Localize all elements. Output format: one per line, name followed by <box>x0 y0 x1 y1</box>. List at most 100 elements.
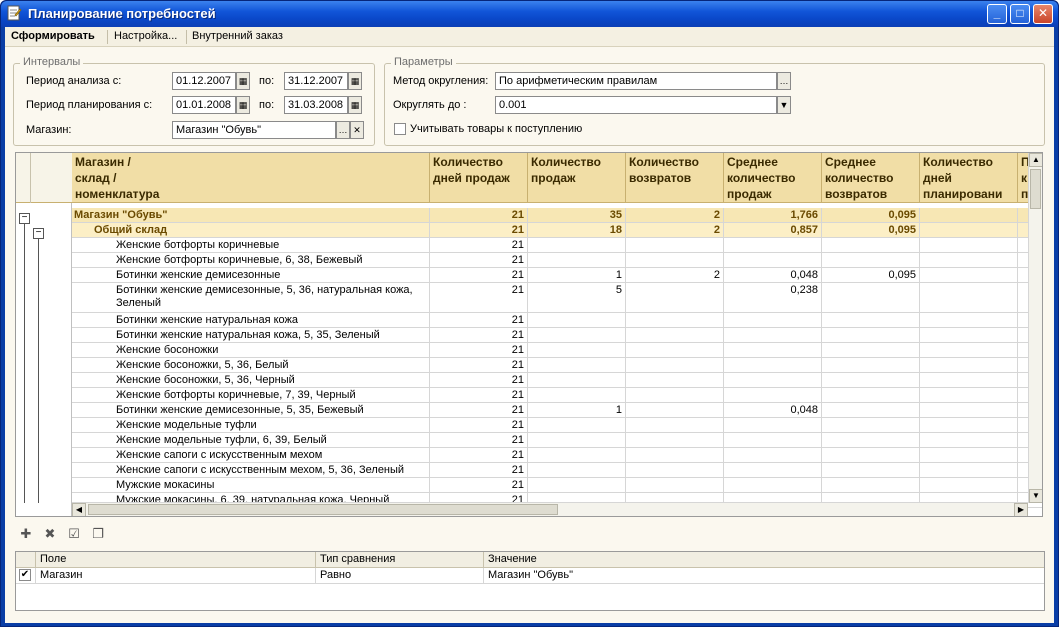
table-row[interactable]: Мужские мокасины 21 <box>72 478 1042 493</box>
cell-sales <box>528 418 626 433</box>
planning-to-label: по: <box>259 99 275 111</box>
maximize-button[interactable]: □ <box>1010 4 1030 24</box>
table-row[interactable]: Ботинки женские натуральная кожа, 5, 35,… <box>72 328 1042 343</box>
filter-check-header <box>16 552 36 568</box>
cell-plan-days <box>920 343 1018 358</box>
cell-name: Общий склад <box>72 223 430 238</box>
table-row[interactable]: Ботинки женские демисезонные 21 1 2 0,048 0,0… <box>72 268 1042 283</box>
parameters-legend: Параметры <box>391 56 456 68</box>
filter-row-value[interactable]: Магазин "Обувь" <box>484 568 1044 584</box>
horizontal-scrollbar[interactable]: ◀ ▶ <box>72 502 1028 516</box>
shop-field[interactable]: Магазин "Обувь" <box>172 121 336 139</box>
table-row[interactable]: Ботинки женские демисезонные, 5, 35, Беж… <box>72 403 1042 418</box>
scroll-up-icon[interactable]: ▲ <box>1029 153 1042 167</box>
parameters-group: Параметры Метод округления: По арифметич… <box>384 56 1045 146</box>
column-header[interactable]: Количество возвратов <box>626 153 724 203</box>
table-row[interactable]: Женские ботфорты коричневые 21 <box>72 238 1042 253</box>
cell-name: Ботинки женские демисезонные, 5, 36, нат… <box>72 283 430 313</box>
cell-sales <box>528 388 626 403</box>
command-bar: Сформировать Настройка... Внутренний зак… <box>5 27 1054 47</box>
scroll-thumb-horizontal[interactable] <box>88 504 558 515</box>
copy-icon[interactable]: ❐ <box>89 525 107 543</box>
cell-sales <box>528 253 626 268</box>
table-row[interactable]: Женские ботфорты коричневые, 6, 38, Беже… <box>72 253 1042 268</box>
check-all-icon[interactable]: ☑ <box>65 525 83 543</box>
table-row[interactable]: Женские босоножки, 5, 36, Белый 21 <box>72 358 1042 373</box>
cell-avg-sales: 0,048 <box>724 268 822 283</box>
planning-from-field[interactable]: 01.01.2008 <box>172 96 236 114</box>
table-row[interactable]: Женские босоножки, 5, 36, Черный 21 <box>72 373 1042 388</box>
cell-plan-days <box>920 313 1018 328</box>
table-row[interactable]: Женские босоножки 21 <box>72 343 1042 358</box>
cell-returns <box>626 388 724 403</box>
table-row[interactable]: Ботинки женские демисезонные, 5, 36, нат… <box>72 283 1042 313</box>
table-row[interactable]: Женские ботфорты коричневые, 7, 39, Черн… <box>72 388 1042 403</box>
internal-order-button[interactable]: Внутренний заказ <box>192 30 283 42</box>
filter-row-comparison[interactable]: Равно <box>316 568 484 584</box>
chevron-down-icon[interactable]: ▼ <box>777 96 791 114</box>
minimize-button[interactable]: _ <box>987 4 1007 24</box>
analysis-period-label: Период анализа с: <box>26 75 122 87</box>
calendar-icon[interactable]: ▦ <box>348 96 362 114</box>
planning-to-field[interactable]: 31.03.2008 <box>284 96 348 114</box>
ellipsis-icon[interactable]: … <box>336 121 350 139</box>
scroll-right-icon[interactable]: ▶ <box>1014 503 1028 516</box>
scroll-left-icon[interactable]: ◀ <box>72 503 86 516</box>
table-row[interactable]: Женские сапоги с искусственным мехом 21 <box>72 448 1042 463</box>
ellipsis-icon[interactable]: … <box>777 72 791 90</box>
analysis-from-field[interactable]: 01.12.2007 <box>172 72 236 90</box>
generate-button[interactable]: Сформировать <box>11 30 95 42</box>
round-to-select[interactable]: 0.001 <box>495 96 777 114</box>
column-header[interactable]: Количество дней продаж <box>430 153 528 203</box>
calendar-icon[interactable]: ▦ <box>236 72 250 90</box>
scroll-down-icon[interactable]: ▼ <box>1029 489 1042 503</box>
filter-row-field[interactable]: Магазин <box>36 568 316 584</box>
filter-checkbox[interactable]: ✔ <box>19 569 31 581</box>
filter-header-field: Поле <box>36 552 316 568</box>
column-header[interactable]: Количество продаж <box>528 153 626 203</box>
table-row[interactable]: Общий склад 21 18 2 0,857 0,095 <box>72 223 1042 238</box>
rounding-method-label: Метод округления: <box>393 75 489 87</box>
table-row[interactable]: Женские модельные туфли, 6, 39, Белый 21 <box>72 433 1042 448</box>
clear-icon[interactable]: ✕ <box>350 121 364 139</box>
cell-days: 21 <box>430 418 528 433</box>
cell-avg-returns <box>822 283 920 313</box>
filter-row-checkbox[interactable]: ✔ <box>16 568 36 584</box>
column-header[interactable]: Количество дней планировани <box>920 153 1018 203</box>
calendar-icon[interactable]: ▦ <box>236 96 250 114</box>
table-row[interactable]: Женские сапоги с искусственным мехом, 5,… <box>72 463 1042 478</box>
calendar-icon[interactable]: ▦ <box>348 72 362 90</box>
menu-separator <box>107 30 108 44</box>
scroll-thumb[interactable] <box>1030 169 1041 209</box>
analysis-to-field[interactable]: 31.12.2007 <box>284 72 348 90</box>
column-header[interactable]: Среднее количество продаж <box>724 153 822 203</box>
table-row[interactable]: Женские модельные туфли 21 <box>72 418 1042 433</box>
cell-plan-days <box>920 448 1018 463</box>
collapse-icon[interactable]: − <box>19 213 30 224</box>
filter-table[interactable]: Поле Тип сравнения Значение ✔ Магазин Ра… <box>15 551 1045 611</box>
cell-avg-returns <box>822 388 920 403</box>
cell-name: Ботинки женские натуральная кожа <box>72 313 430 328</box>
title-bar[interactable]: Планирование потребностей _ □ ✕ <box>1 1 1058 27</box>
planning-table[interactable]: − − Магазин / склад / номенклатура Количе… <box>15 152 1043 517</box>
cell-avg-sales <box>724 238 822 253</box>
collapse-icon[interactable]: − <box>33 228 44 239</box>
cell-sales <box>528 328 626 343</box>
cell-sales <box>528 433 626 448</box>
column-header[interactable]: Среднее количество возвратов <box>822 153 920 203</box>
table-row[interactable]: Магазин "Обувь" 21 35 2 1,766 0,095 <box>72 208 1042 223</box>
cell-name: Женские ботфорты коричневые, 6, 38, Беже… <box>72 253 430 268</box>
settings-button[interactable]: Настройка... <box>114 30 177 42</box>
column-header[interactable]: Магазин / склад / номенклатура <box>72 153 430 203</box>
add-filter-icon[interactable]: ✚ <box>17 525 35 543</box>
remove-filter-icon[interactable]: ✖ <box>41 525 59 543</box>
incoming-goods-checkbox[interactable] <box>394 123 406 135</box>
vertical-scrollbar[interactable]: ▲ ▼ <box>1028 153 1042 503</box>
cell-avg-sales <box>724 343 822 358</box>
cell-avg-sales: 0,048 <box>724 403 822 418</box>
close-button[interactable]: ✕ <box>1033 4 1053 24</box>
cell-returns <box>626 463 724 478</box>
table-row[interactable]: Ботинки женские натуральная кожа 21 <box>72 313 1042 328</box>
rounding-method-field[interactable]: По арифметическим правилам <box>495 72 777 90</box>
cell-sales <box>528 448 626 463</box>
